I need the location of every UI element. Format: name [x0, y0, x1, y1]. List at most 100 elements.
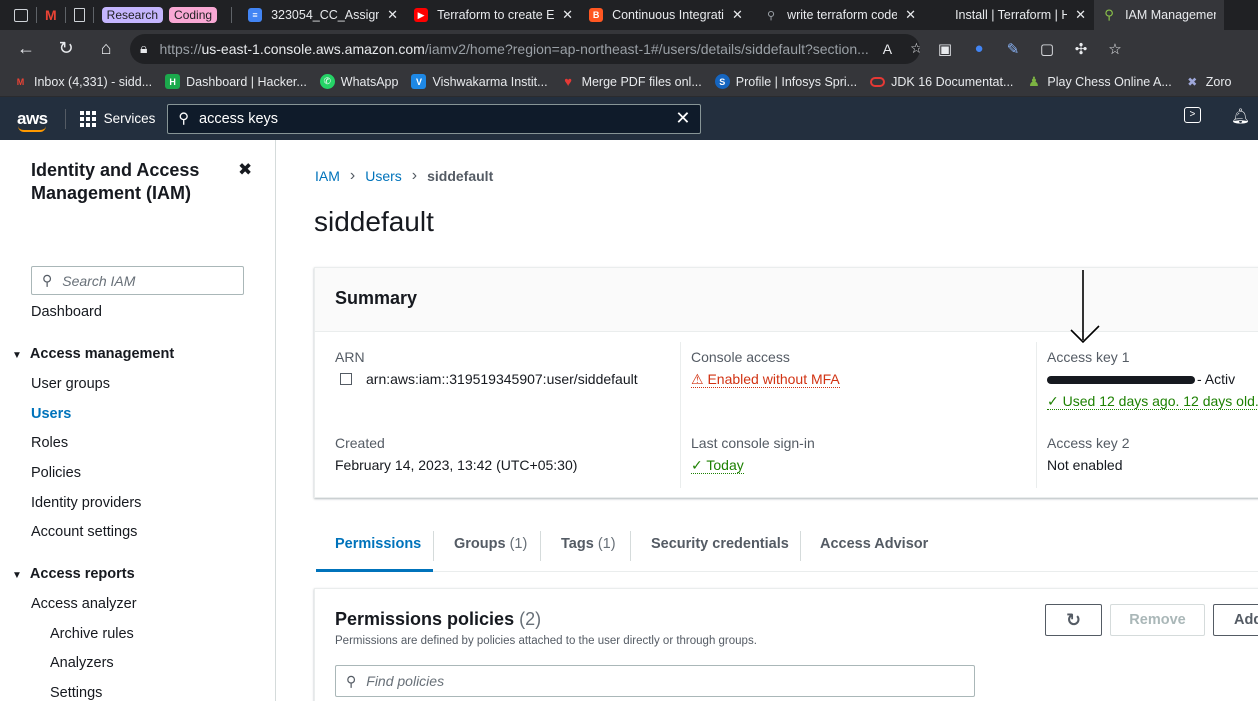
sidebar-item-users[interactable]: Users [31, 406, 71, 422]
bookmark-label: Dashboard | Hacker... [186, 74, 307, 89]
blank-tab-icon[interactable] [73, 8, 85, 22]
access-key-1-used[interactable]: ✓ Used 12 days ago. 12 days old. [1047, 393, 1258, 410]
favorites-icon[interactable]: ☆ [1098, 40, 1132, 58]
close-tab-icon[interactable]: ✕ [562, 7, 573, 23]
breadcrumb-iam[interactable]: IAM [315, 168, 340, 184]
close-tab-icon[interactable]: ✕ [1075, 7, 1086, 23]
bookmark[interactable]: S Profile | Infosys Spri... [714, 74, 857, 89]
arn-label: ARN [335, 349, 365, 365]
browser-tab-bar: M Research Coding ≡ 323054_CC_Assignm ✕ … [0, 0, 1258, 30]
tab-title: Terraform to create E [437, 8, 555, 22]
sidebar-item-analyzers[interactable]: Analyzers [50, 655, 114, 671]
find-policies-input[interactable]: ⚲ Find policies [335, 665, 975, 697]
bookmark-label: JDK 16 Documentat... [891, 74, 1014, 89]
close-tab-icon[interactable]: ✕ [387, 7, 398, 23]
bookmark[interactable]: V Vishwakarma Instit... [411, 74, 548, 89]
tab-group-research[interactable]: Research [101, 7, 164, 23]
pen-icon[interactable]: ✎ [996, 40, 1030, 58]
aws-logo[interactable]: aws [17, 109, 48, 132]
check-circle-icon: ✓ [1047, 393, 1059, 409]
tab-access-advisor[interactable]: Access Advisor [820, 536, 928, 552]
sidebar-item-policies[interactable]: Policies [31, 465, 81, 481]
refresh-button[interactable]: ↻ [1045, 604, 1102, 636]
console-access-value[interactable]: ⚠ Enabled without MFA [691, 371, 840, 388]
sidebar-title: Identity and Access Management (IAM) [31, 160, 200, 203]
bookmark[interactable]: H Dashboard | Hacker... [165, 74, 307, 89]
extension-icon[interactable]: ● [962, 40, 996, 57]
divider [800, 531, 801, 561]
breadcrumb-users[interactable]: Users [365, 168, 402, 184]
browser-tab[interactable]: ≡ 323054_CC_Assignm ✕ [240, 0, 406, 30]
tab-group-coding[interactable]: Coding [169, 7, 218, 23]
tab-title: Continuous Integrati [612, 8, 724, 22]
sidebar-item-settings[interactable]: Settings [50, 685, 102, 701]
console-access-label: Console access [691, 349, 790, 365]
tab-tags[interactable]: Tags (1) [561, 536, 616, 552]
collections-icon[interactable]: ▣ [928, 40, 962, 58]
sidebar-item-roles[interactable]: Roles [31, 435, 68, 451]
bookmark-label: Zoro [1205, 74, 1232, 89]
chess-icon: ♟ [1028, 73, 1040, 89]
bookmark[interactable]: JDK 16 Documentat... [870, 75, 1013, 89]
access-key-2-label: Access key 2 [1047, 435, 1130, 451]
extensions-icon[interactable]: ✣ [1064, 40, 1098, 58]
remove-button[interactable]: Remove [1110, 604, 1205, 636]
terraform-icon [932, 8, 947, 22]
caret-down-icon: ▼ [12, 570, 22, 581]
main-content: IAM › Users › siddefault siddefault Summ… [276, 140, 1258, 701]
reload-icon[interactable]: ↻ [46, 38, 86, 59]
notifications-bell-icon[interactable]: 🔔︎ [1231, 107, 1250, 125]
address-bar[interactable]: 🔒︎ https://us-east-1.console.aws.amazon.… [130, 33, 920, 64]
browser-tab[interactable]: ⚲ write terraform code ✕ [756, 0, 924, 30]
read-aloud-icon[interactable]: A [883, 41, 892, 57]
aws-search-input[interactable]: ⚲ access keys ✕ [167, 103, 702, 134]
sidebar-item-dashboard[interactable]: Dashboard [31, 304, 102, 320]
browser-tab[interactable]: Install | Terraform | H ✕ [924, 0, 1094, 30]
browser-tab-active[interactable]: ⚲ IAM Managemen [1094, 0, 1225, 30]
sidebar-item-archive-rules[interactable]: Archive rules [50, 626, 134, 642]
favorite-icon[interactable]: ☆ [910, 40, 920, 57]
cloudshell-icon[interactable]: > [1183, 107, 1201, 123]
last-signin-value[interactable]: ✓ Today [691, 457, 744, 474]
pdf-icon: ♥ [564, 74, 572, 89]
sidebar-item-access-analyzer[interactable]: Access analyzer [31, 596, 137, 612]
home-icon[interactable]: ⌂ [86, 38, 126, 59]
bookmark[interactable]: ♥ Merge PDF files onl... [561, 74, 702, 89]
browser-tab[interactable]: B Continuous Integrati ✕ [581, 0, 756, 30]
gmail-tab-icon[interactable]: M [45, 7, 57, 23]
close-tab-icon[interactable]: ✕ [905, 7, 916, 23]
browser-tab[interactable]: ▶ Terraform to create E ✕ [406, 0, 581, 30]
close-sidebar-icon[interactable]: ✖ [238, 160, 252, 180]
sidebar-section-access-management[interactable]: ▼ Access management [12, 346, 174, 362]
find-policies-placeholder: Find policies [366, 673, 445, 689]
search-placeholder: Search IAM [62, 272, 136, 289]
aws-icon: ⚲ [1104, 7, 1114, 22]
divider [36, 7, 37, 23]
bookmark[interactable]: ♟ Play Chess Online A... [1026, 73, 1172, 89]
blogger-icon: B [589, 8, 604, 22]
sidebar-search-input[interactable]: ⚲ Search IAM [31, 266, 244, 295]
tab-actions-icon[interactable] [14, 8, 28, 22]
divider [630, 531, 631, 561]
sidebar-item-identity-providers[interactable]: Identity providers [31, 495, 141, 511]
sidebar-item-account-settings[interactable]: Account settings [31, 524, 137, 540]
divider [92, 7, 94, 23]
tab-security-credentials[interactable]: Security credentials [651, 536, 789, 552]
add-permissions-button[interactable]: Add [1213, 604, 1258, 636]
sidebar-item-user-groups[interactable]: User groups [31, 376, 110, 392]
back-icon[interactable]: ← [6, 38, 46, 59]
tab-permissions[interactable]: Permissions [335, 536, 421, 552]
split-window-icon[interactable]: ▢ [1030, 40, 1064, 58]
divider [231, 7, 233, 23]
bookmark[interactable]: ✆ WhatsApp [319, 74, 398, 89]
bookmark[interactable]: M Inbox (4,331) - sidd... [13, 74, 152, 89]
close-tab-icon[interactable]: ✕ [732, 7, 743, 23]
url-prefix: https:// [159, 40, 202, 57]
sidebar-section-access-reports[interactable]: ▼ Access reports [12, 566, 135, 582]
tab-title: Install | Terraform | H [955, 8, 1068, 22]
clear-search-icon[interactable]: ✕ [675, 108, 690, 129]
services-menu-button[interactable]: Services [79, 110, 155, 127]
copy-icon[interactable] [340, 373, 352, 385]
tab-groups[interactable]: Groups (1) [454, 536, 527, 552]
bookmark[interactable]: ✖ Zoro [1185, 74, 1232, 89]
